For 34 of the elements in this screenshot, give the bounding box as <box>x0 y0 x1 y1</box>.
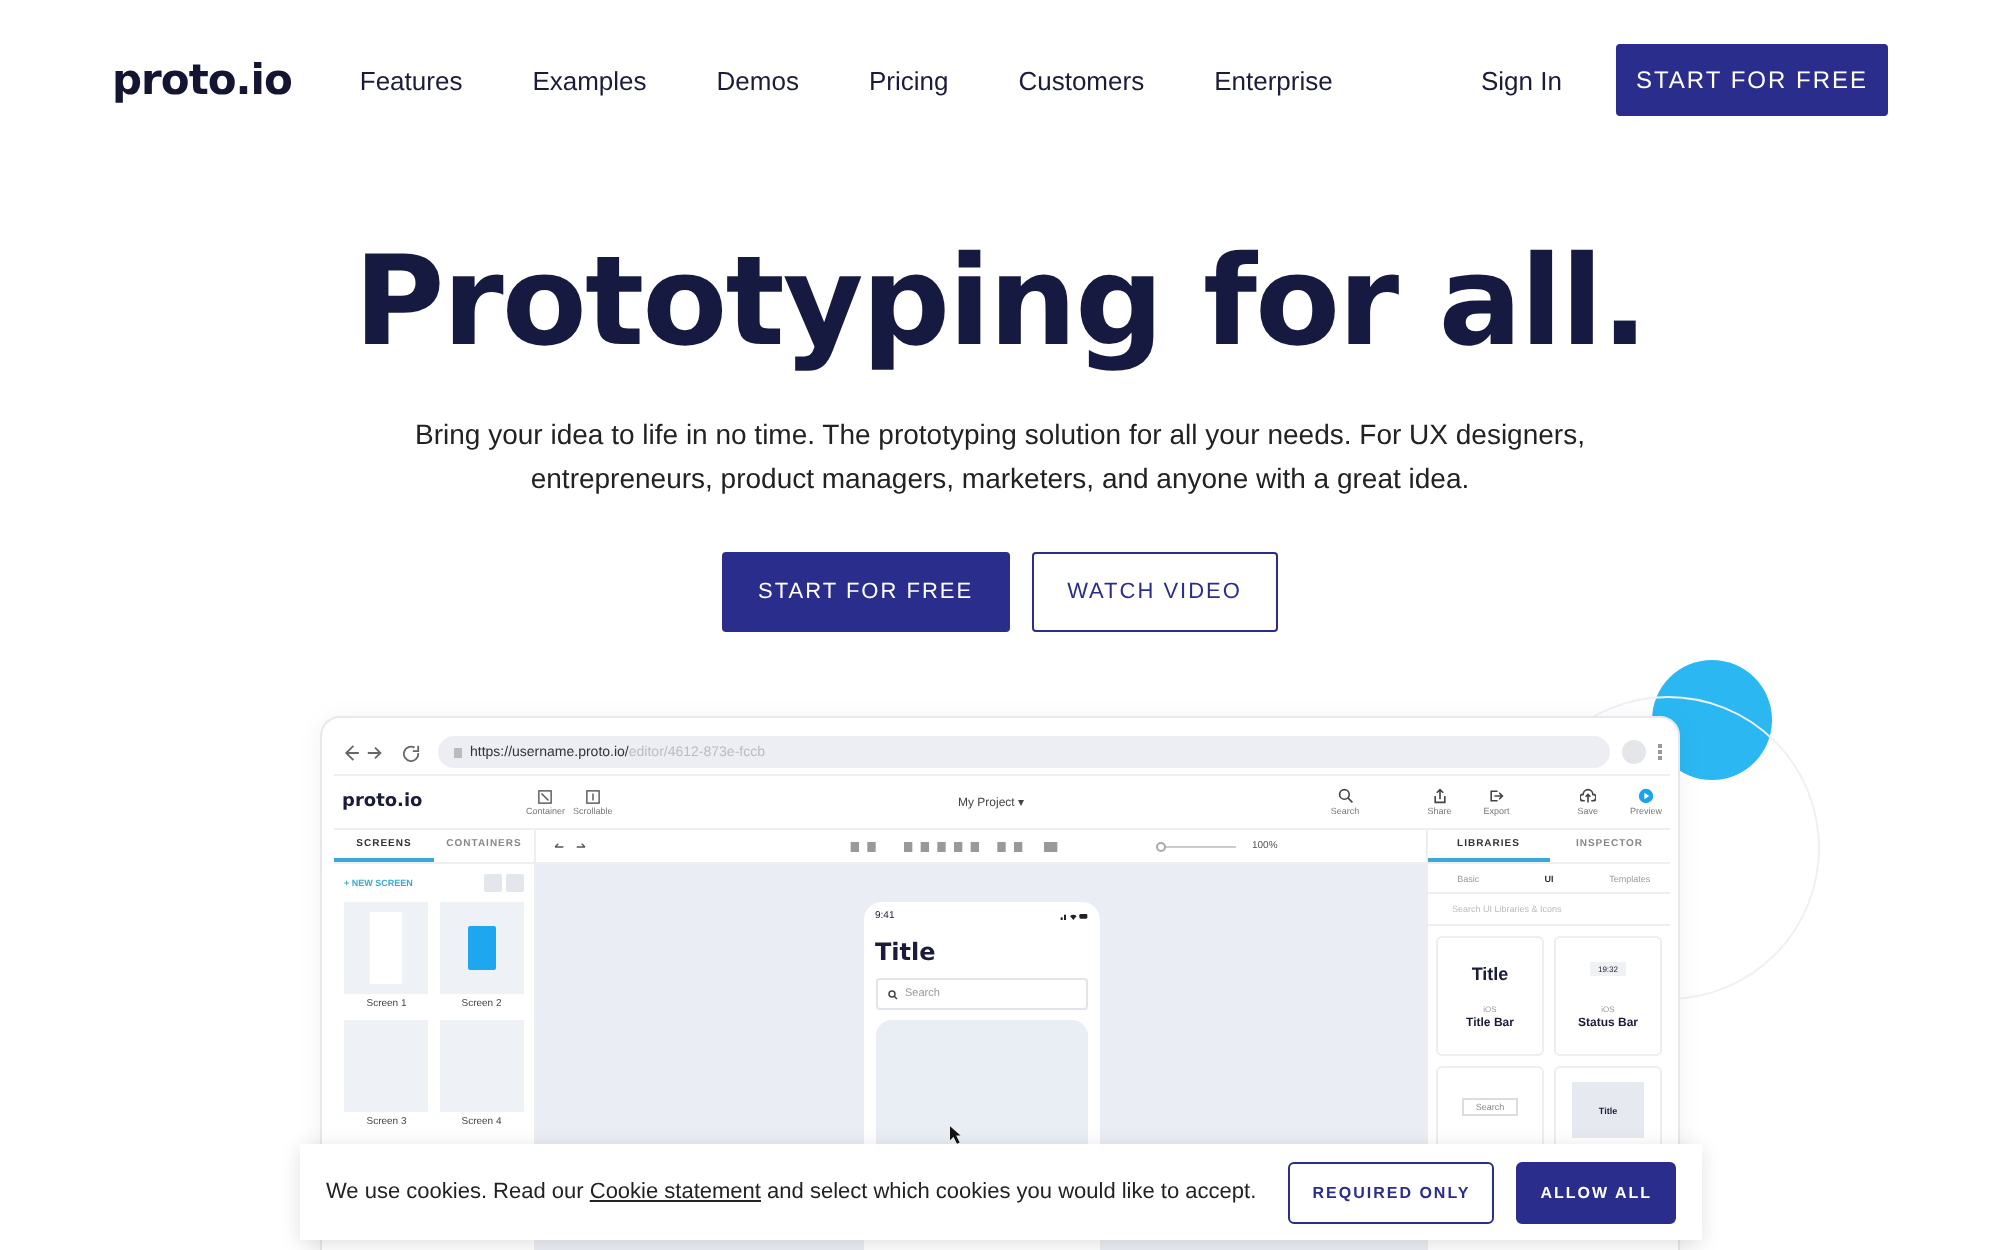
status-icons <box>1059 912 1087 920</box>
export-icon <box>1488 788 1505 804</box>
slider-thumb[interactable] <box>1156 841 1166 851</box>
nav-link[interactable]: Enterprise <box>1214 65 1333 95</box>
title-preview: Title <box>1471 963 1509 983</box>
hero-title: Prototyping for all. <box>353 232 1647 372</box>
nav-link[interactable]: Customers <box>1018 65 1145 95</box>
nav-link[interactable]: Demos <box>716 65 799 95</box>
search-icon <box>1337 788 1354 804</box>
screen-thumbnail[interactable] <box>439 902 524 994</box>
cookie-button[interactable]: REQUIRED ONLY <box>1288 1161 1495 1223</box>
cookie-message: We use cookies. Read our Cookie statement and select which cookies you would like to accept. <box>326 1180 1257 1204</box>
cloud-upload-icon <box>1579 788 1596 804</box>
nav-link[interactable]: Examples <box>532 65 647 95</box>
share-icon <box>1431 788 1448 804</box>
start-button[interactable]: START FOR FREE <box>722 552 1010 632</box>
app-logo: proto.io <box>342 792 425 812</box>
container-icon <box>538 789 553 803</box>
cookie-button[interactable]: ALLOW ALL <box>1516 1161 1676 1223</box>
cookie-statement-link[interactable]: Cookie statement <box>589 1180 761 1204</box>
scrollable-icon <box>585 789 600 803</box>
start-button[interactable]: START FOR FREE <box>1615 44 1888 116</box>
search-icon <box>887 989 897 999</box>
sign-in-link[interactable]: Sign In <box>1481 65 1562 95</box>
play-icon <box>1637 788 1654 804</box>
cursor-icon <box>949 1126 963 1144</box>
avatar-icon[interactable] <box>1622 740 1646 764</box>
watch-video-button[interactable]: WATCH VIDEO <box>1031 552 1278 632</box>
nav-link[interactable]: Features <box>359 65 463 95</box>
undo-redo-icons[interactable] <box>552 841 588 851</box>
phone-title: Title <box>875 938 938 966</box>
logo[interactable]: proto.io <box>112 56 292 104</box>
hero-subtitle: Bring your idea to life in no time. The prototyping solution for all your needs. For UX designers, entrepreneurs, product managers, marketers, and anyone with a great idea. <box>413 416 1587 498</box>
nav-link[interactable]: Pricing <box>868 65 949 95</box>
